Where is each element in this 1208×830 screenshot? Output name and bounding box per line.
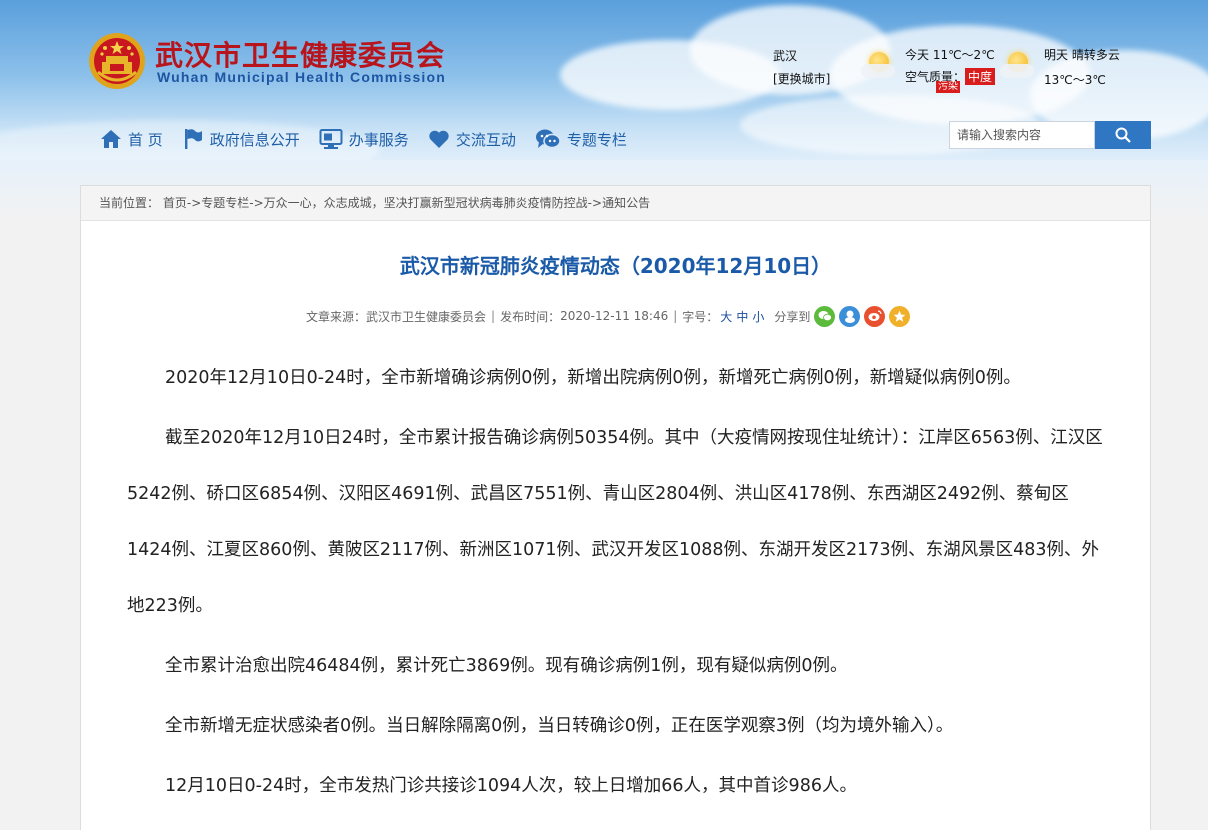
weather-tomorrow: 明天 晴转多云 <box>1044 48 1120 62</box>
breadcrumb-home[interactable]: 首页 <box>163 196 187 210</box>
breadcrumb-topics[interactable]: 专题专栏 <box>201 196 249 210</box>
breadcrumb-campaign[interactable]: 万众一心，众志成城，坚决打赢新型冠状病毒肺炎疫情防控战 <box>264 196 588 210</box>
nav-item-label: 专题专栏 <box>566 130 627 149</box>
partly-cloudy-icon <box>1000 46 1034 80</box>
publish-time: 2020-12-11 18:46 <box>560 309 669 323</box>
weather-today: 今天 11℃～2℃ <box>905 48 995 62</box>
weather-tomorrow-temp: 13℃～3℃ <box>1044 73 1106 87</box>
qzone-icon[interactable] <box>839 305 861 327</box>
font-size-medium-button[interactable]: 中 <box>736 308 748 325</box>
national-emblem-logo[interactable] <box>88 32 146 90</box>
monitor-icon <box>319 129 343 149</box>
time-label: 发布时间： <box>500 309 561 324</box>
nav-item-label: 首 页 <box>128 130 163 149</box>
meta-separator: | <box>491 309 496 323</box>
breadcrumb: 当前位置： 首页->专题专栏->万众一心，众志成城，坚决打赢新型冠状病毒肺炎疫情… <box>81 186 1150 221</box>
source-label: 文章来源： <box>306 309 367 324</box>
nav-item-interaction[interactable]: 交流互动 <box>428 129 516 150</box>
air-quality-warning: 污染 <box>936 81 960 93</box>
nav-item-label: 交流互动 <box>455 130 516 149</box>
main-nav: 首 页 政府信息公开 办事服务 交流互动 专题专栏 <box>100 126 646 152</box>
weather-city: 武汉 <box>773 49 798 63</box>
nav-item-home[interactable]: 首 页 <box>100 129 163 150</box>
article-title: 武汉市新冠肺炎疫情动态（2020年12月10日） <box>399 254 832 278</box>
chat-icon <box>535 129 561 149</box>
nav-item-label: 办事服务 <box>348 130 409 149</box>
breadcrumb-notices[interactable]: 通知公告 <box>602 196 650 210</box>
breadcrumb-separator: -> <box>587 196 603 210</box>
article-paragraph: 全市累计治愈出院46484例，累计死亡3869例。现有确诊病例1例，现有疑似病例… <box>165 656 848 676</box>
article-paragraph: 2020年12月10日0-24时，全市新增确诊病例0例，新增出院病例0例，新增死… <box>165 368 1021 388</box>
meta-separator: | <box>673 309 678 323</box>
search-icon <box>1115 127 1131 143</box>
search-button[interactable] <box>1095 121 1151 149</box>
favorite-icon[interactable] <box>889 305 911 327</box>
font-size-label: 字号： <box>682 309 719 324</box>
weibo-icon[interactable] <box>864 305 886 327</box>
article-paragraph: 12月10日0-24时，全市发热门诊共接诊1094人次，较上日增加66人，其中首… <box>165 776 857 796</box>
air-quality-badge: 中度 <box>965 68 996 85</box>
change-city-link[interactable]: [更换城市] <box>773 70 830 87</box>
search-input[interactable] <box>949 121 1095 149</box>
flag-icon <box>184 129 202 149</box>
article-paragraph: 截至2020年12月10日24时，全市累计报告确诊病例50354例。其中（大疫情… <box>127 428 1103 616</box>
site-subtitle: Wuhan Municipal Health Commission <box>157 69 447 85</box>
article-paragraph: 全市新增无症状感染者0例。当日解除隔离0例，当日转确诊0例，正在医学观察3例（均… <box>165 716 954 736</box>
wechat-icon[interactable] <box>814 305 836 327</box>
site-header: 武汉市卫生健康委员会 Wuhan Municipal Health Commis… <box>0 0 1208 168</box>
source-value: 武汉市卫生健康委员会 <box>366 309 487 324</box>
nav-item-services[interactable]: 办事服务 <box>319 128 409 150</box>
share-label: 分享到 <box>774 309 811 324</box>
nav-item-label: 政府信息公开 <box>209 130 300 149</box>
font-size-small-button[interactable]: 小 <box>752 308 764 325</box>
breadcrumb-separator: -> <box>186 196 202 210</box>
breadcrumb-label: 当前位置： <box>99 196 160 210</box>
heart-icon <box>429 130 449 148</box>
nav-item-gov-info[interactable]: 政府信息公开 <box>182 128 300 150</box>
home-icon <box>101 130 121 148</box>
sunny-icon <box>861 46 895 80</box>
nav-item-topics[interactable]: 专题专栏 <box>535 128 627 150</box>
site-title[interactable]: 武汉市卫生健康委员会 <box>155 34 445 74</box>
article-card: 当前位置： 首页->专题专栏->万众一心，众志成城，坚决打赢新型冠状病毒肺炎疫情… <box>80 185 1151 830</box>
breadcrumb-separator: -> <box>249 196 264 210</box>
font-size-large-button[interactable]: 大 <box>720 308 732 325</box>
article-meta: 文章来源： 武汉市卫生健康委员会 | 发布时间： 2020-12-11 18:4… <box>306 304 911 328</box>
